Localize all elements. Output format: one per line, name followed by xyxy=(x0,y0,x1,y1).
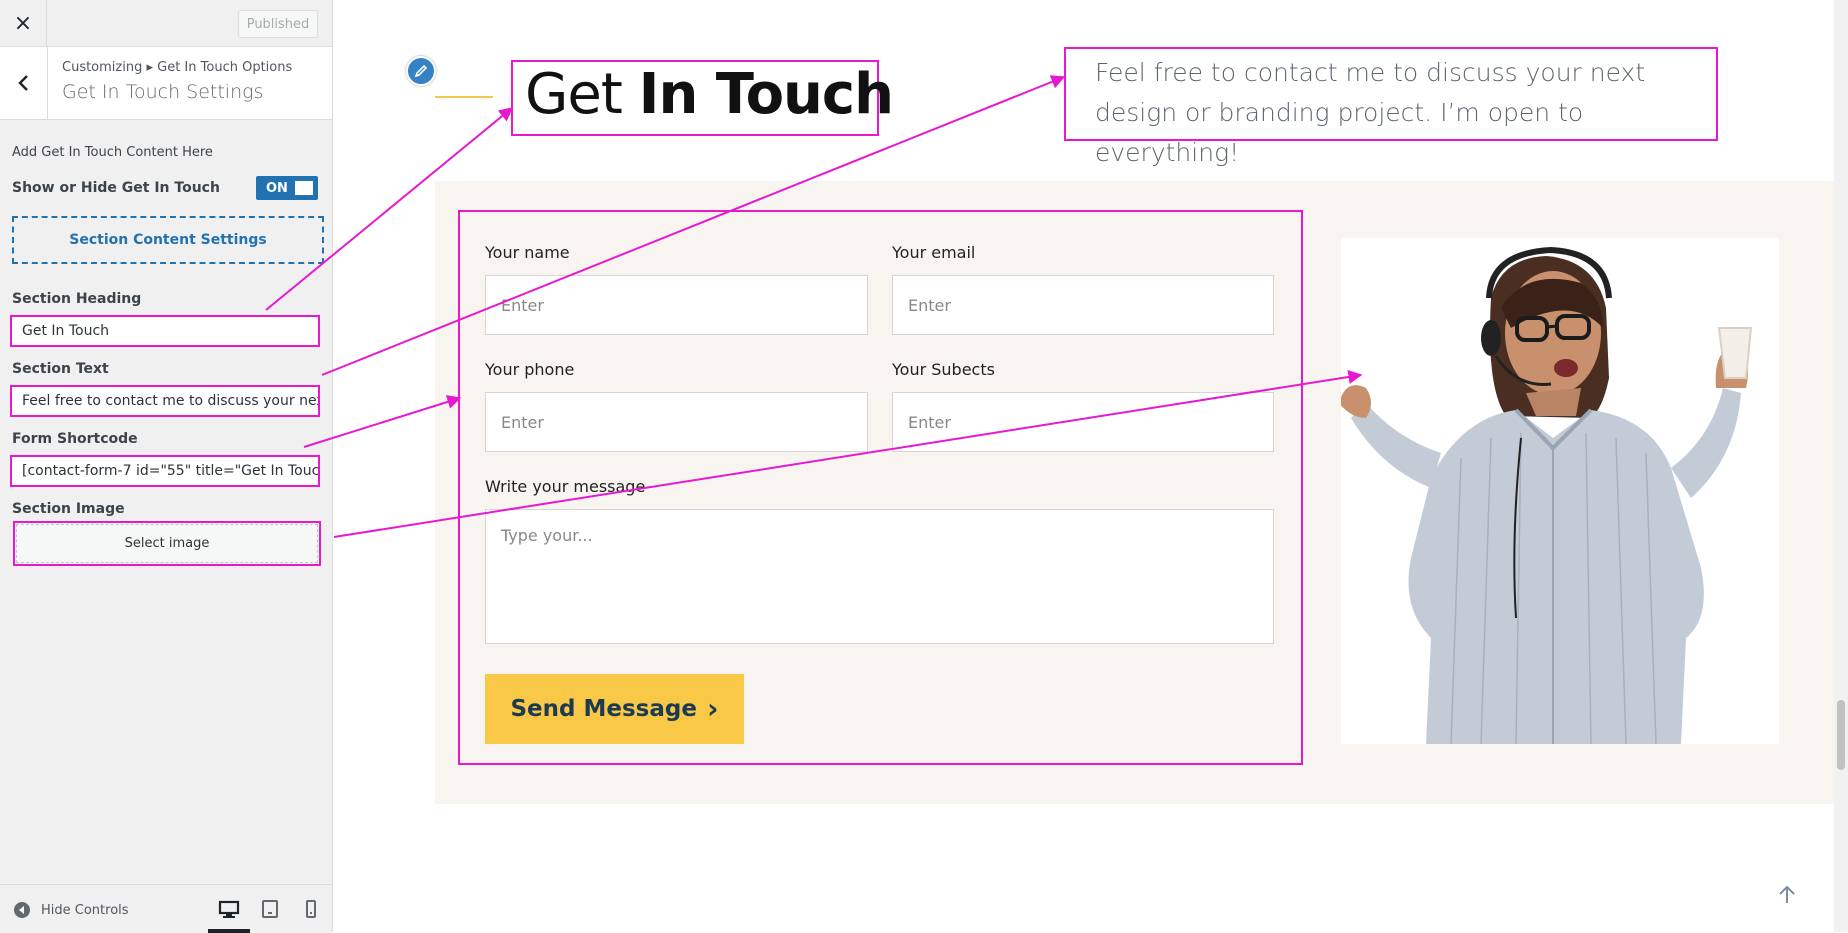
subject-label: Your Subects xyxy=(892,360,995,379)
email-input[interactable]: Enter xyxy=(892,275,1274,335)
edit-shortcut-button[interactable] xyxy=(406,56,436,86)
customizer-sidebar: × Published Customizing ▸ Get In Touch O… xyxy=(0,0,333,933)
close-customizer-button[interactable]: × xyxy=(0,0,47,46)
phone-label: Your phone xyxy=(485,360,575,379)
send-message-label: Send Message xyxy=(510,696,697,722)
section-intro-text: Feel free to contact me to discuss your … xyxy=(1095,58,1646,167)
section-image-label: Section Image xyxy=(12,501,125,517)
desktop-preview-icon[interactable] xyxy=(218,899,240,919)
published-button[interactable]: Published xyxy=(238,10,318,38)
form-shortcode-label: Form Shortcode xyxy=(12,431,138,447)
active-device-indicator xyxy=(208,929,250,933)
form-shortcode-input[interactable] xyxy=(10,455,320,487)
customizer-footer: Hide Controls xyxy=(0,884,332,933)
email-label: Your email xyxy=(892,243,976,262)
back-button[interactable] xyxy=(0,47,48,119)
phone-input[interactable]: Enter xyxy=(485,392,868,452)
send-message-button[interactable]: Send Message › xyxy=(485,674,744,744)
heading-light-text: Get xyxy=(525,62,639,127)
pencil-icon xyxy=(414,64,428,78)
hide-controls-button[interactable]: Hide Controls xyxy=(13,901,129,919)
hide-controls-label: Hide Controls xyxy=(41,902,129,918)
panel-header: Customizing ▸ Get In Touch Options Get I… xyxy=(0,47,332,120)
section-heading: Get In Touch xyxy=(525,60,894,130)
heading-accent-line xyxy=(435,96,493,98)
preview-scrollbar[interactable] xyxy=(1834,0,1848,932)
scrollbar-thumb[interactable] xyxy=(1837,700,1845,770)
panel-description: Add Get In Touch Content Here xyxy=(12,145,213,160)
name-input[interactable]: Enter xyxy=(485,275,868,335)
customizer-top-bar: × Published xyxy=(0,0,332,47)
section-heading-label: Section Heading xyxy=(12,291,142,307)
name-label: Your name xyxy=(485,243,570,262)
section-content-settings-button[interactable]: Section Content Settings xyxy=(12,216,324,264)
section-heading-input[interactable] xyxy=(10,315,320,347)
message-textarea[interactable]: Type your... xyxy=(485,509,1274,644)
subject-input[interactable]: Enter xyxy=(892,392,1274,452)
chevron-right-icon: › xyxy=(706,692,719,725)
scroll-to-top-icon[interactable] xyxy=(1776,884,1798,906)
close-icon: × xyxy=(13,10,33,36)
toggle-knob xyxy=(295,181,313,195)
chevron-left-icon xyxy=(17,75,28,91)
toggle-label: Show or Hide Get In Touch xyxy=(12,180,220,196)
section-text-input[interactable] xyxy=(10,385,320,417)
panel-title: Get In Touch Settings xyxy=(62,81,264,103)
select-image-button[interactable]: Select image xyxy=(13,521,321,566)
support-woman-photo xyxy=(1341,238,1779,744)
toggle-state-text: ON xyxy=(266,181,288,196)
mobile-preview-icon[interactable] xyxy=(300,899,322,919)
message-label: Write your message xyxy=(485,477,646,496)
heading-bold-text: In Touch xyxy=(638,62,894,127)
show-hide-toggle[interactable]: ON xyxy=(256,176,318,200)
tablet-preview-icon[interactable] xyxy=(259,899,281,919)
section-text-label: Section Text xyxy=(12,361,109,377)
collapse-icon xyxy=(14,902,30,918)
breadcrumb: Customizing ▸ Get In Touch Options xyxy=(62,60,293,75)
